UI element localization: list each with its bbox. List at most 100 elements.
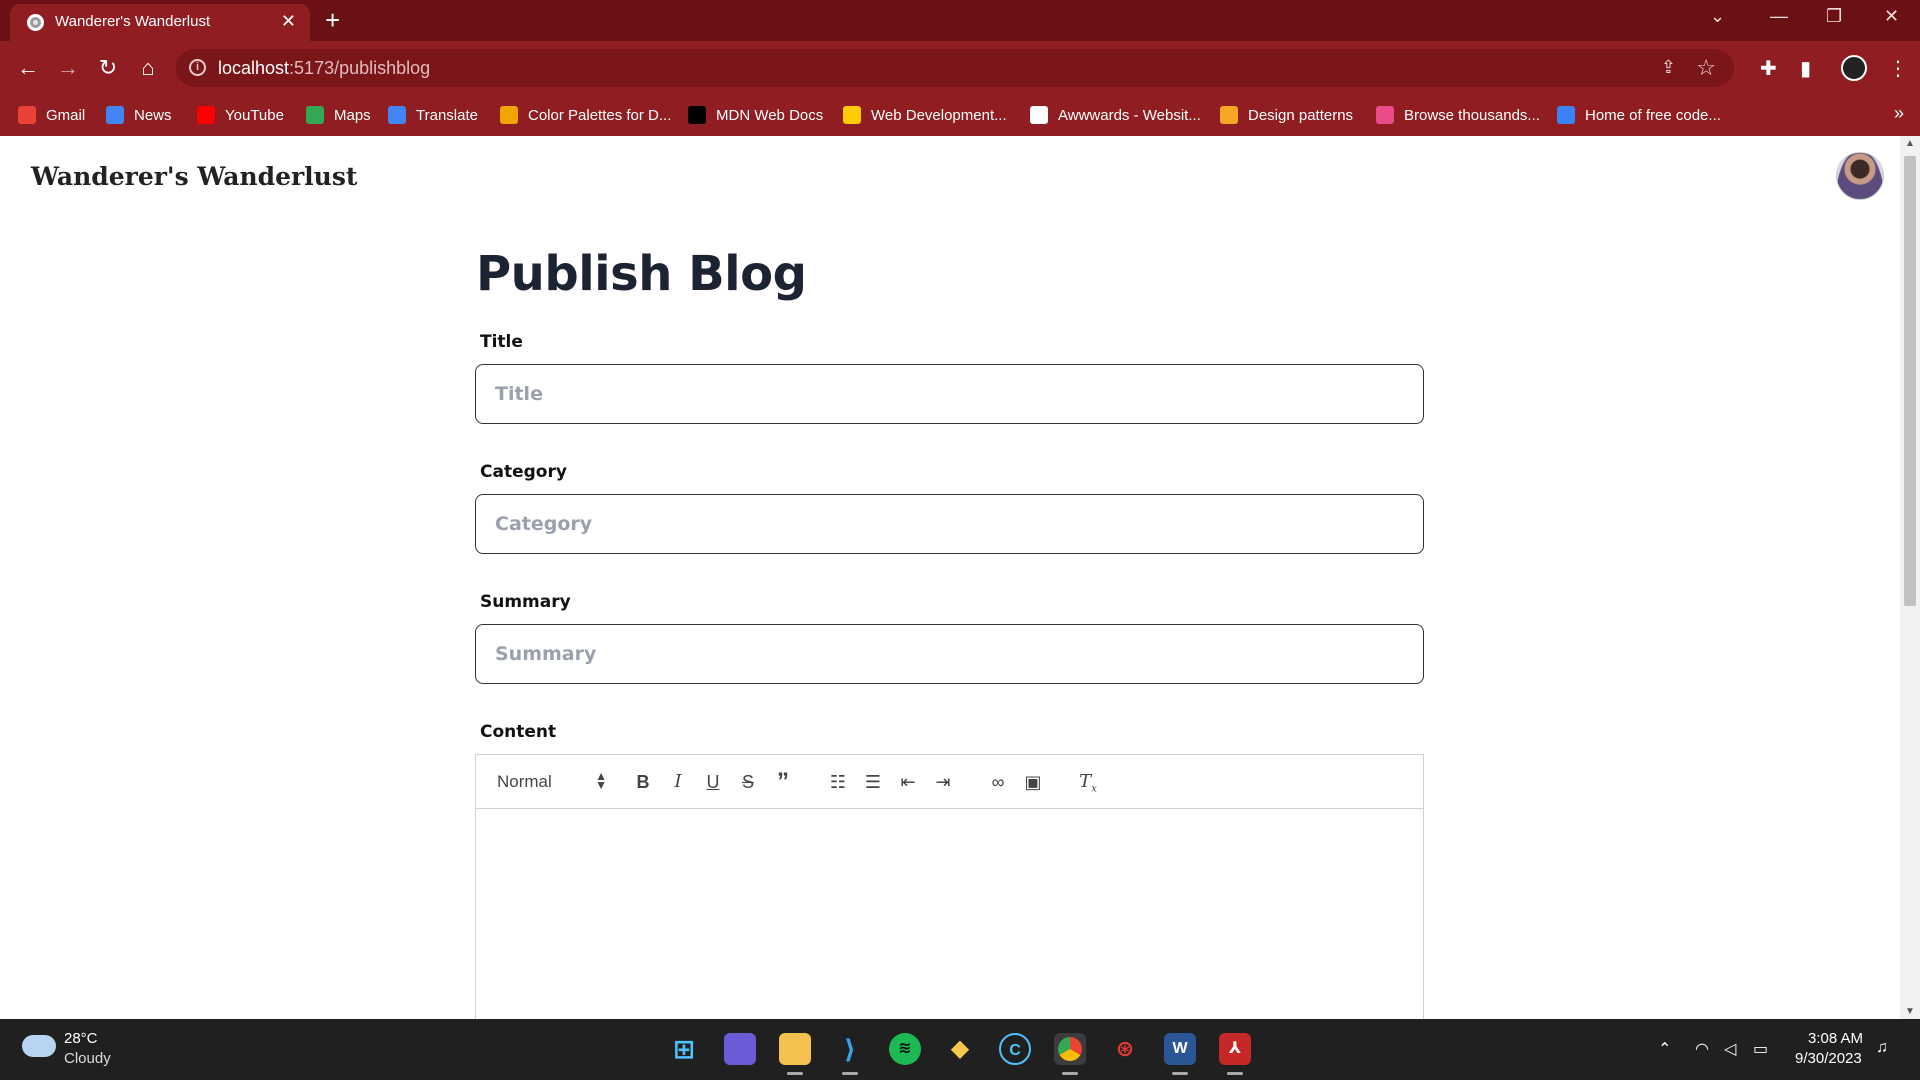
- browser-tab-strip: Wanderer's Wanderlust ✕ + ⌄ — ❐ ✕: [0, 0, 1920, 41]
- close-window-button[interactable]: ✕: [1884, 6, 1899, 27]
- reload-button[interactable]: ↻: [93, 54, 123, 82]
- browser-tab[interactable]: Wanderer's Wanderlust ✕: [10, 4, 310, 41]
- bookmarks-bar: Gmail News YouTube Maps Translate Color Palet…: [0, 97, 1920, 136]
- new-tab-button[interactable]: +: [325, 5, 340, 36]
- bookmark-5[interactable]: Color Palettes for D...: [500, 106, 671, 124]
- category-input[interactable]: [475, 494, 1424, 554]
- summary-input[interactable]: [475, 624, 1424, 684]
- battery-icon[interactable]: ▭: [1753, 1039, 1768, 1059]
- webdev-icon: [843, 106, 861, 124]
- weather-temperature[interactable]: 28°C: [64, 1030, 98, 1047]
- page-title: Publish Blog: [476, 246, 807, 302]
- notification-bell-icon[interactable]: ♫: [1876, 1039, 1888, 1057]
- cloud-icon[interactable]: [22, 1035, 56, 1057]
- bookmark-star-icon[interactable]: ☆: [1696, 55, 1716, 81]
- blockquote-icon[interactable]: ”: [770, 768, 796, 796]
- url-text[interactable]: localhost:5173/publishblog: [218, 58, 430, 79]
- file-explorer-icon[interactable]: [779, 1033, 811, 1075]
- extensions-icon[interactable]: ✚: [1760, 56, 1777, 81]
- weather-condition[interactable]: Cloudy: [64, 1050, 111, 1067]
- mdn-icon: [688, 106, 706, 124]
- chrome-icon[interactable]: [1054, 1033, 1086, 1075]
- spotify-icon[interactable]: ≋: [889, 1033, 921, 1065]
- bookmark-label: YouTube: [225, 106, 284, 124]
- ccleaner-icon[interactable]: C: [999, 1033, 1031, 1065]
- browser-toolbar: ← → ↻ ⌂ i localhost:5173/publishblog ⇪ ☆…: [0, 41, 1920, 97]
- close-tab-icon[interactable]: ✕: [281, 11, 296, 32]
- bookmark-label: MDN Web Docs: [716, 106, 824, 124]
- tab-search-icon[interactable]: ⌄: [1710, 6, 1725, 27]
- minimize-button[interactable]: —: [1770, 6, 1788, 27]
- scrollbar-thumb[interactable]: [1904, 156, 1916, 606]
- browser-menu-icon[interactable]: ⋮: [1888, 56, 1908, 81]
- start-menu-icon[interactable]: ⊞: [668, 1033, 700, 1065]
- side-panel-icon[interactable]: ▮: [1800, 56, 1811, 81]
- clock-date[interactable]: 9/30/2023: [1795, 1050, 1862, 1067]
- bold-icon[interactable]: B: [630, 768, 656, 796]
- volume-icon[interactable]: ◁: [1724, 1039, 1736, 1059]
- bookmark-8[interactable]: Awwwards - Websit...: [1030, 106, 1201, 124]
- vscode-icon[interactable]: ⟩: [834, 1033, 866, 1075]
- site-info-icon[interactable]: i: [189, 59, 206, 76]
- copilot-icon[interactable]: [724, 1033, 756, 1065]
- home-button[interactable]: ⌂: [133, 54, 163, 82]
- bookmark-2[interactable]: YouTube: [197, 106, 284, 124]
- bookmark-7[interactable]: Web Development...: [843, 106, 1007, 124]
- bookmark-11[interactable]: Home of free code...: [1557, 106, 1721, 124]
- scroll-up-icon[interactable]: ▲: [1900, 138, 1920, 149]
- palette-icon: [500, 106, 518, 124]
- editor-content-area[interactable]: [476, 809, 1423, 1019]
- scroll-down-icon[interactable]: ▼: [1900, 1006, 1920, 1017]
- share-icon[interactable]: ⇪: [1661, 57, 1676, 78]
- underline-icon[interactable]: U: [700, 768, 726, 796]
- bookmark-0[interactable]: Gmail: [18, 106, 85, 124]
- clock-time[interactable]: 3:08 AM: [1808, 1030, 1863, 1047]
- ordered-list-icon[interactable]: ☷: [825, 768, 851, 796]
- browser-profile-avatar[interactable]: [1841, 55, 1867, 81]
- restore-button[interactable]: ❐: [1826, 6, 1842, 27]
- rich-text-editor: Normal ▲ ▼ B I U S ” ☷ ☰ ⇤ ⇥ ∞ ▣ Tx: [475, 754, 1424, 1019]
- link-icon[interactable]: ∞: [985, 768, 1011, 796]
- bullet-list-icon[interactable]: ☰: [860, 768, 886, 796]
- header-format-select[interactable]: Normal ▲ ▼: [497, 770, 607, 792]
- title-label: Title: [480, 332, 523, 352]
- bookmark-9[interactable]: Design patterns: [1220, 106, 1353, 124]
- strikethrough-icon[interactable]: S: [735, 768, 761, 796]
- back-button[interactable]: ←: [13, 54, 43, 82]
- bookmark-6[interactable]: MDN Web Docs: [688, 106, 823, 124]
- vertical-scrollbar[interactable]: ▲ ▼: [1900, 136, 1920, 1019]
- bookmark-label: Awwwards - Websit...: [1058, 106, 1201, 124]
- maps-icon: [306, 106, 324, 124]
- acrobat-icon[interactable]: ⅄: [1219, 1033, 1251, 1075]
- tab-title: Wanderer's Wanderlust: [55, 13, 211, 30]
- user-avatar[interactable]: [1836, 152, 1884, 200]
- news-icon: [106, 106, 124, 124]
- word-icon[interactable]: W: [1164, 1033, 1196, 1075]
- outdent-icon[interactable]: ⇤: [895, 768, 921, 796]
- gmail-icon: [18, 106, 36, 124]
- title-input[interactable]: [475, 364, 1424, 424]
- wifi-icon[interactable]: ◠: [1695, 1039, 1709, 1059]
- image-icon[interactable]: ▣: [1020, 768, 1046, 796]
- bookmark-label: Web Development...: [871, 106, 1007, 124]
- forward-button[interactable]: →: [53, 54, 83, 82]
- italic-icon[interactable]: I: [665, 768, 691, 796]
- bookmark-label: Home of free code...: [1585, 106, 1721, 124]
- site-title[interactable]: Wanderer's Wanderlust: [31, 162, 357, 191]
- address-bar[interactable]: i localhost:5173/publishblog ⇪ ☆: [176, 49, 1734, 87]
- git-icon[interactable]: ◆: [944, 1033, 976, 1065]
- bookmark-4[interactable]: Translate: [388, 106, 478, 124]
- bookmark-10[interactable]: Browse thousands...: [1376, 106, 1540, 124]
- bookmark-label: News: [134, 106, 172, 124]
- translate-icon: [388, 106, 406, 124]
- url-path: :5173/publishblog: [289, 58, 431, 78]
- clear-format-icon[interactable]: Tx: [1075, 768, 1101, 796]
- app-shield-icon[interactable]: ⊛: [1109, 1033, 1141, 1065]
- indent-icon[interactable]: ⇥: [930, 768, 956, 796]
- awwwards-icon: [1030, 106, 1048, 124]
- more-bookmarks-icon[interactable]: »: [1894, 103, 1904, 124]
- show-hidden-icons-icon[interactable]: ⌃: [1658, 1039, 1671, 1059]
- design-patterns-icon: [1220, 106, 1238, 124]
- bookmark-1[interactable]: News: [106, 106, 172, 124]
- bookmark-3[interactable]: Maps: [306, 106, 371, 124]
